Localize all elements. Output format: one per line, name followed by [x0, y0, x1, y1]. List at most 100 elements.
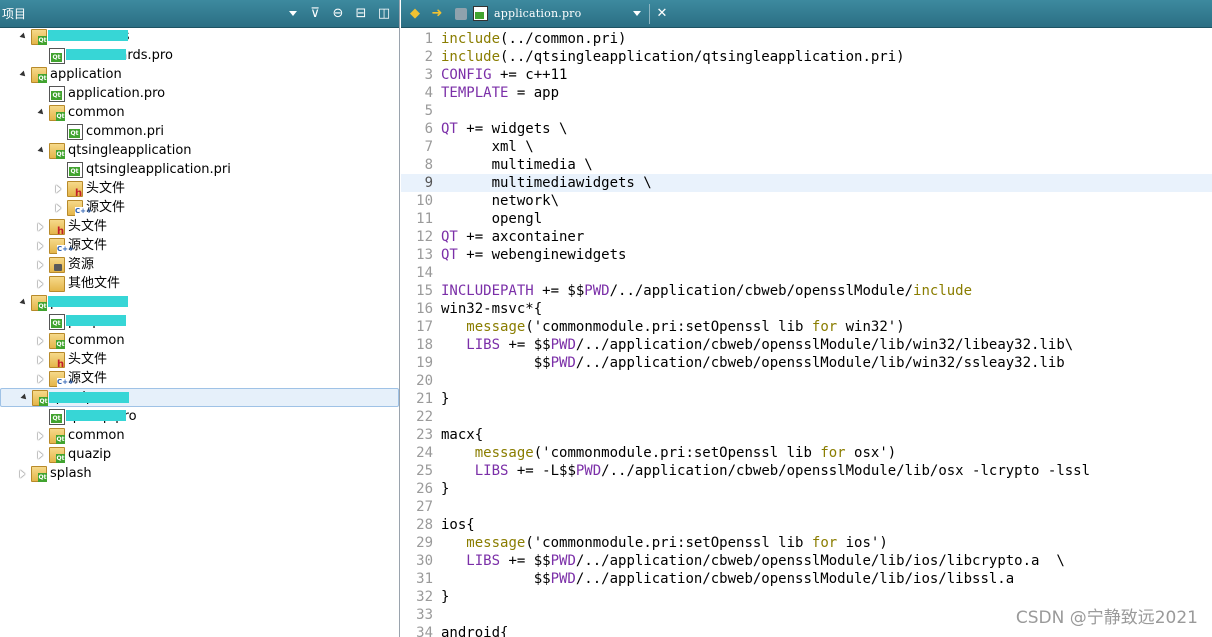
code-line[interactable]: 31 $$PWD/../application/cbweb/opensslMod… — [401, 570, 1212, 588]
file-dropdown-icon[interactable] — [633, 11, 641, 16]
expanded-arrow-icon[interactable] — [35, 146, 45, 156]
code-line[interactable]: 21} — [401, 390, 1212, 408]
expanded-arrow-icon[interactable] — [18, 393, 28, 403]
code-line[interactable]: 16 win32-msvc*{ — [401, 300, 1212, 318]
code-line[interactable]: 23 macx{ — [401, 426, 1212, 444]
qt-project-file-icon: Qt — [67, 161, 83, 178]
code-line[interactable]: 11 opengl — [401, 210, 1212, 228]
code-line[interactable]: 17 message('commonmodule.pri:setOpenssl … — [401, 318, 1212, 336]
line-number: 33 — [416, 607, 433, 623]
split-icon[interactable]: ⊟ — [353, 6, 369, 22]
code-line[interactable]: 13 QT += webenginewidgets — [401, 246, 1212, 264]
line-number: 17 — [416, 319, 433, 335]
collapsed-arrow-icon[interactable] — [35, 450, 45, 460]
tree-item[interactable]: Qtpdf.pro — [0, 312, 399, 331]
code-line[interactable]: 15 INCLUDEPATH += $$PWD/../application/cb… — [401, 282, 1212, 300]
qt-folder-icon: Qt — [49, 446, 65, 463]
tree-item[interactable]: C++ 源文件 — [0, 369, 399, 388]
tree-item[interactable]: 其他文件 — [0, 274, 399, 293]
close-file-icon[interactable]: ✕ — [654, 6, 670, 22]
code-line[interactable]: 12 QT += axcontainer — [401, 228, 1212, 246]
code-line[interactable]: 19 $$PWD/../application/cbweb/opensslMod… — [401, 354, 1212, 372]
tree-item[interactable]: Qt qtsingleapplication — [0, 141, 399, 160]
link-icon[interactable]: ⊖ — [330, 6, 346, 22]
code-line[interactable]: 10 network\ — [401, 192, 1212, 210]
code-line[interactable]: 30 LIBS += $$PWD/../application/cbweb/op… — [401, 552, 1212, 570]
tree-item[interactable]: Qt qtsingleapplication.pri — [0, 160, 399, 179]
code-line[interactable]: 29 message('commonmodule.pri:setOpenssl … — [401, 534, 1212, 552]
close-panel-icon[interactable]: ◫ — [376, 6, 392, 22]
collapsed-arrow-icon[interactable] — [35, 355, 45, 365]
code-line[interactable]: 8 multimedia \ — [401, 156, 1212, 174]
tree-item[interactable]: Qtquazip — [0, 388, 399, 407]
collapsed-arrow-icon[interactable] — [35, 279, 45, 289]
tree-item[interactable]: Qt application.pro — [0, 84, 399, 103]
collapsed-arrow-icon[interactable] — [53, 184, 63, 194]
tree-item[interactable]: h 头文件 — [0, 217, 399, 236]
collapsed-arrow-icon[interactable] — [35, 431, 45, 441]
code-token: (../qtsingleapplication/qtsingleapplicat… — [500, 49, 905, 65]
collapsed-arrow-icon[interactable] — [35, 222, 45, 232]
code-token: include — [441, 31, 501, 47]
project-panel: 项目 ⊽ ⊖ ⊟ ◫ QtcloudboardsQtcloudboards.pr… — [0, 0, 400, 637]
code-line[interactable]: 2 include(../qtsingleapplication/qtsingle… — [401, 48, 1212, 66]
expanded-arrow-icon[interactable] — [17, 298, 27, 308]
code-token: ios{ — [441, 517, 475, 533]
open-file-name[interactable]: application.pro — [494, 7, 581, 20]
tree-item[interactable]: 资源 — [0, 255, 399, 274]
tree-item[interactable]: Qt common — [0, 331, 399, 350]
code-line[interactable]: 25 LIBS += -L$$PWD/../application/cbweb/… — [401, 462, 1212, 480]
tree-item[interactable]: C++ 源文件 — [0, 236, 399, 255]
tree-item[interactable]: Qtcloudboards — [0, 27, 399, 46]
filter-icon[interactable]: ⊽ — [307, 6, 323, 22]
code-line[interactable]: 4 TEMPLATE = app — [401, 84, 1212, 102]
tree-item[interactable]: Qtquazip.pro — [0, 407, 399, 426]
code-line[interactable]: 28 ios{ — [401, 516, 1212, 534]
tree-item[interactable]: Qt common.pri — [0, 122, 399, 141]
tree-item[interactable]: C++ 源文件 — [0, 198, 399, 217]
code-line[interactable]: 20 — [401, 372, 1212, 390]
collapsed-arrow-icon[interactable] — [17, 469, 27, 479]
code-line[interactable]: 6 QT += widgets \ — [401, 120, 1212, 138]
expanded-arrow-icon[interactable] — [17, 32, 27, 42]
code-line[interactable]: 7 xml \ — [401, 138, 1212, 156]
code-line[interactable]: 5 — [401, 102, 1212, 120]
code-line[interactable]: 3 CONFIG += c++11 — [401, 66, 1212, 84]
collapsed-arrow-icon[interactable] — [35, 241, 45, 251]
collapsed-arrow-icon[interactable] — [53, 203, 63, 213]
tree-item[interactable]: h 头文件 — [0, 179, 399, 198]
code-text: multimedia \ — [441, 156, 593, 174]
tree-item[interactable]: Qt application — [0, 65, 399, 84]
code-editor[interactable]: ◆ ➜ application.pro ✕ 1 include(../common… — [401, 0, 1212, 637]
tree-item[interactable]: Qt common — [0, 103, 399, 122]
qt-folder-icon: Qt — [32, 389, 48, 406]
expanded-arrow-icon[interactable] — [17, 70, 27, 80]
collapsed-arrow-icon[interactable] — [35, 336, 45, 346]
project-tree[interactable]: QtcloudboardsQtcloudboards.proQtapplicat… — [0, 27, 399, 637]
code-token: PWD — [584, 283, 610, 299]
forward-arrow-icon[interactable]: ➜ — [429, 6, 445, 22]
tree-item[interactable]: Qtquazip — [0, 445, 399, 464]
code-text: message('commonmodule.pri:setOpenssl lib… — [441, 318, 904, 336]
tree-item-label: qtsingleapplication — [68, 143, 192, 158]
expanded-arrow-icon[interactable] — [35, 108, 45, 118]
collapsed-arrow-icon[interactable] — [35, 374, 45, 384]
code-line[interactable]: 1 include(../common.pri) — [401, 30, 1212, 48]
tree-item[interactable]: Qtcloudboards.pro — [0, 46, 399, 65]
line-number: 12 — [416, 229, 433, 245]
code-line[interactable]: 26} — [401, 480, 1212, 498]
code-line[interactable]: 24 message('commonmodule.pri:setOpenssl … — [401, 444, 1212, 462]
tree-item[interactable]: Qt common — [0, 426, 399, 445]
code-line[interactable]: 18 LIBS += $$PWD/../application/cbweb/op… — [401, 336, 1212, 354]
code-area[interactable]: 1 include(../common.pri) 2 include(../qtsin… — [401, 27, 1212, 637]
tree-item[interactable]: Qt splash — [0, 464, 399, 483]
tree-item[interactable]: h 头文件 — [0, 350, 399, 369]
code-line[interactable]: 22 — [401, 408, 1212, 426]
collapsed-arrow-icon[interactable] — [35, 260, 45, 270]
code-line[interactable]: 9 multimediawidgets \ — [401, 174, 1212, 192]
back-arrow-icon[interactable]: ◆ — [407, 6, 423, 22]
view-selector-dropdown-icon[interactable] — [289, 11, 297, 16]
code-line[interactable]: 27 — [401, 498, 1212, 516]
code-line[interactable]: 14 — [401, 264, 1212, 282]
tree-item[interactable]: Qtpdf — [0, 293, 399, 312]
